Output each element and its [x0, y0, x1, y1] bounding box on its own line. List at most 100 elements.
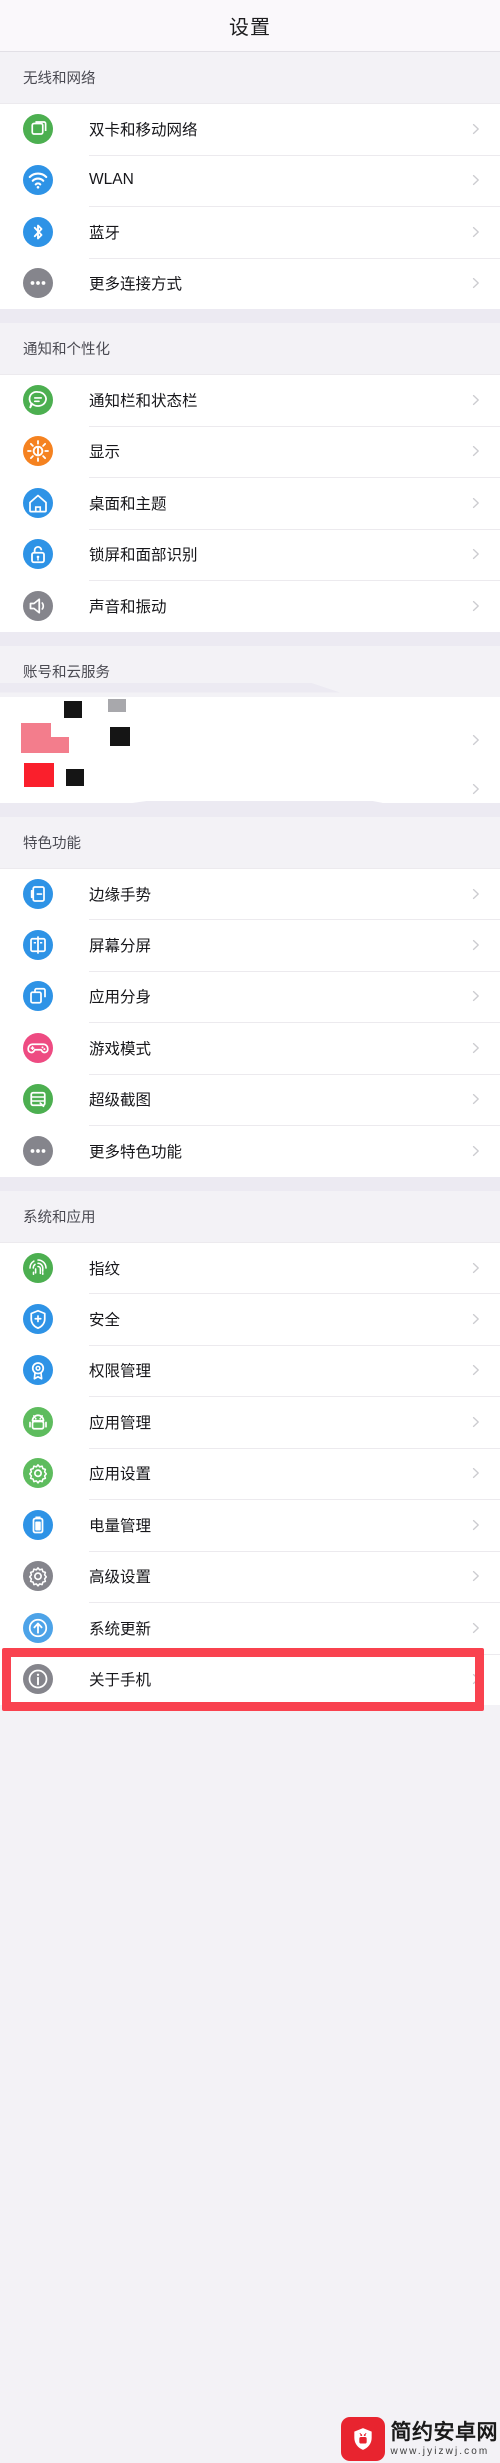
- lock-icon: [23, 539, 53, 570]
- chevron-right-icon[interactable]: [470, 782, 482, 794]
- corrupted-pixel-block: [21, 722, 51, 737]
- app-clone-icon: [23, 981, 53, 1012]
- settings-row-label: 关于手机: [89, 1672, 152, 1690]
- settings-row-label: 游戏模式: [89, 1040, 152, 1058]
- settings-row-label: 更多特色功能: [89, 1143, 183, 1161]
- settings-row-notification-3[interactable]: 锁屏和面部识别: [0, 528, 500, 580]
- chevron-right-icon: [470, 1570, 482, 1582]
- chevron-right-icon[interactable]: [470, 733, 482, 745]
- watermark: 简约安卓网 www.jyizwj.com: [340, 2417, 499, 2461]
- corrupted-pixel-block: [110, 726, 130, 746]
- settings-row-notification-1[interactable]: 显示: [0, 425, 500, 477]
- corrupted-pixel-block: [66, 768, 84, 786]
- section-divider: [0, 631, 500, 646]
- android-shield-icon: [340, 2417, 385, 2461]
- section-title: 账号和云服务: [23, 664, 110, 681]
- settings-row-label: 应用设置: [89, 1466, 152, 1484]
- chevron-right-icon: [470, 1519, 482, 1531]
- settings-row-system-4[interactable]: 应用设置: [0, 1447, 500, 1499]
- settings-row-system-5[interactable]: 电量管理: [0, 1499, 500, 1551]
- gamepad-icon: [23, 1032, 53, 1063]
- settings-row-label: 权限管理: [89, 1363, 152, 1381]
- settings-row-label: WLAN: [89, 171, 134, 189]
- settings-row-features-4[interactable]: 超级截图: [0, 1073, 500, 1125]
- chat-bubble-icon: [23, 385, 53, 416]
- settings-row-label: 声音和振动: [89, 598, 167, 616]
- bluetooth-icon: [23, 216, 53, 247]
- section-list-account: [0, 696, 500, 803]
- settings-row-label: 锁屏和面部识别: [89, 547, 198, 565]
- settings-row-system-6[interactable]: 高级设置: [0, 1550, 500, 1602]
- info-icon: [23, 1664, 53, 1695]
- page-title: 设置: [229, 17, 271, 39]
- chevron-right-icon: [470, 1262, 482, 1274]
- gear-gray-icon: [23, 1561, 53, 1592]
- chevron-right-icon: [470, 888, 482, 900]
- settings-row-notification-2[interactable]: 桌面和主题: [0, 477, 500, 529]
- app-header: 设置: [0, 0, 500, 52]
- chevron-right-icon: [470, 394, 482, 406]
- chevron-right-icon: [470, 600, 482, 612]
- chevron-right-icon: [470, 1042, 482, 1054]
- settings-row-features-3[interactable]: 游戏模式: [0, 1022, 500, 1074]
- sim-card-icon: [23, 114, 53, 145]
- chevron-right-icon: [470, 226, 482, 238]
- settings-row-wireless-1[interactable]: WLAN: [0, 154, 500, 206]
- corrupted-pixel-block: [21, 736, 69, 753]
- settings-row-system-2[interactable]: 权限管理: [0, 1344, 500, 1396]
- wifi-icon: [23, 165, 53, 196]
- corrupted-pixel-block: [108, 698, 126, 712]
- corrupted-pixel-block: [64, 700, 82, 718]
- settings-row-label: 应用管理: [89, 1414, 152, 1432]
- chevron-right-icon: [470, 548, 482, 560]
- settings-row-features-5[interactable]: 更多特色功能: [0, 1125, 500, 1177]
- settings-row-label: 双卡和移动网络: [89, 122, 198, 140]
- edge-gesture-icon: [23, 878, 53, 909]
- watermark-site-url: www.jyizwj.com: [390, 2445, 490, 2457]
- chevron-right-icon: [470, 1467, 482, 1479]
- settings-row-system-3[interactable]: 应用管理: [0, 1396, 500, 1448]
- badge-icon: [23, 1355, 53, 1386]
- settings-row-wireless-0[interactable]: 双卡和移动网络: [0, 103, 500, 155]
- settings-row-label: 更多连接方式: [89, 276, 183, 294]
- android-icon: [23, 1406, 53, 1437]
- settings-row-features-2[interactable]: 应用分身: [0, 970, 500, 1022]
- gear-green-icon: [23, 1458, 53, 1489]
- watermark-site-name: 简约安卓网: [390, 2420, 498, 2444]
- settings-row-system-8[interactable]: 关于手机: [0, 1653, 500, 1705]
- more-dots-icon: [23, 1135, 53, 1166]
- chevron-right-icon: [470, 1673, 482, 1685]
- section-header-wireless: 无线和网络: [0, 52, 500, 103]
- settings-row-notification-0[interactable]: 通知栏和状态栏: [0, 374, 500, 426]
- fingerprint-icon: [23, 1252, 53, 1283]
- section-divider: [0, 309, 500, 323]
- settings-row-label: 系统更新: [89, 1620, 152, 1638]
- battery-icon: [23, 1509, 53, 1540]
- chevron-right-icon: [470, 1364, 482, 1376]
- settings-row-notification-4[interactable]: 声音和振动: [0, 580, 500, 632]
- settings-row-wireless-2[interactable]: 蓝牙: [0, 206, 500, 258]
- settings-row-system-1[interactable]: 安全: [0, 1293, 500, 1345]
- settings-row-features-0[interactable]: 边缘手势: [0, 867, 500, 919]
- section-divider: [0, 1176, 500, 1191]
- settings-row-system-0[interactable]: 指纹: [0, 1241, 500, 1293]
- section-title: 特色功能: [23, 835, 81, 852]
- settings-row-label: 通知栏和状态栏: [89, 393, 198, 411]
- chevron-right-icon: [470, 990, 482, 1002]
- settings-row-label: 应用分身: [89, 989, 152, 1007]
- settings-row-features-1[interactable]: 屏幕分屏: [0, 919, 500, 971]
- chevron-right-icon: [470, 1416, 482, 1428]
- chevron-right-icon: [470, 277, 482, 289]
- settings-row-label: 桌面和主题: [89, 495, 167, 513]
- chevron-right-icon: [470, 497, 482, 509]
- chevron-right-icon: [470, 1145, 482, 1157]
- section-title: 无线和网络: [23, 71, 96, 87]
- settings-row-system-7[interactable]: 系统更新: [0, 1602, 500, 1654]
- settings-row-label: 安全: [89, 1311, 121, 1329]
- section-list-wireless: 双卡和移动网络 WLAN 蓝牙更多连接方式: [0, 103, 500, 309]
- watermark-text: 简约安卓网 www.jyizwj.com: [391, 2422, 499, 2457]
- split-screen-icon: [23, 929, 53, 960]
- chevron-right-icon: [470, 939, 482, 951]
- settings-row-wireless-3[interactable]: 更多连接方式: [0, 257, 500, 309]
- chevron-right-icon: [470, 1313, 482, 1325]
